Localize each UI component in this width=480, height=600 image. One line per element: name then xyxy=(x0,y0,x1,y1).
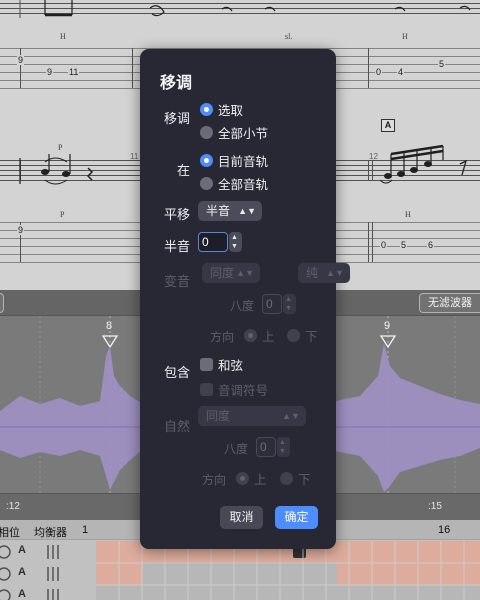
natural-down-label: 下 xyxy=(298,473,311,487)
modulation-label: 变音 xyxy=(164,274,191,289)
chevron-updown-icon: ▲▼ xyxy=(326,268,344,278)
arrow-down-icon[interactable]: ▼ xyxy=(285,305,292,313)
cancel-button[interactable]: 取消 xyxy=(220,506,263,529)
radio-selected-indicator xyxy=(200,103,213,116)
octave-arrows[interactable]: ▲ ▼ xyxy=(283,294,296,314)
natural-octave-label: 八度 xyxy=(224,442,249,456)
quality-value: 纯 xyxy=(306,266,319,280)
natural-octave-stepper[interactable]: 0 ▲ ▼ xyxy=(256,437,292,457)
radio-unselected-indicator xyxy=(200,177,213,190)
shift-label: 平移 xyxy=(164,207,191,222)
semitone-label: 半音 xyxy=(164,239,191,254)
radio-current-track[interactable]: 目前音轨 xyxy=(200,151,268,170)
natural-direction-label: 方向 xyxy=(202,473,227,487)
natural-interval-select[interactable]: 同度 ▲▼ xyxy=(198,406,306,426)
arrow-up-icon[interactable]: ▲ xyxy=(279,439,286,447)
radio-selected-indicator xyxy=(244,329,257,342)
radio-unselected-indicator xyxy=(287,329,300,342)
scope-in-label: 在 xyxy=(177,163,191,178)
chevron-updown-icon: ▲▼ xyxy=(238,206,256,216)
shift-mode-select[interactable]: 半音 ▲▼ xyxy=(198,201,262,221)
dialog-title: 移调 xyxy=(160,75,193,92)
arrow-down-icon[interactable]: ▼ xyxy=(279,448,286,456)
arrow-up-icon[interactable]: ▲ xyxy=(231,234,238,242)
quality-select[interactable]: 纯 ▲▼ xyxy=(298,263,350,283)
natural-octave-arrows[interactable]: ▲ ▼ xyxy=(277,437,290,457)
include-label: 包含 xyxy=(164,365,191,380)
radio-natural-up[interactable]: 上 xyxy=(236,469,267,488)
semitone-arrows[interactable]: ▲ ▼ xyxy=(229,232,242,252)
natural-label: 自然 xyxy=(164,419,191,434)
checkbox-box xyxy=(200,358,213,371)
interval-value: 同度 xyxy=(210,266,235,280)
radio-selection[interactable]: 选取 xyxy=(200,100,243,119)
semitone-stepper[interactable]: 0 ▲ ▼ xyxy=(198,232,244,252)
radio-unselected-indicator xyxy=(280,472,293,485)
checkbox-box xyxy=(200,383,213,396)
ok-button[interactable]: 确定 xyxy=(275,506,318,529)
octave-stepper[interactable]: 0 ▲ ▼ xyxy=(262,294,298,314)
arrow-down-icon[interactable]: ▼ xyxy=(231,243,238,251)
transpose-dialog: 移调 移调 选取 全部小节 在 目前音轨 全部音轨 平移 半音 ▲▼ 半音 0 … xyxy=(140,49,350,549)
checkbox-chord[interactable]: 和弦 xyxy=(200,355,243,374)
octave-label: 八度 xyxy=(230,299,255,313)
direction-down-label: 下 xyxy=(305,330,318,344)
radio-selected-indicator xyxy=(200,154,213,167)
radio-current-track-label: 目前音轨 xyxy=(218,155,269,169)
radio-all-tracks[interactable]: 全部音轨 xyxy=(200,174,268,193)
radio-selected-indicator xyxy=(236,472,249,485)
chevron-updown-icon: ▲▼ xyxy=(236,268,254,278)
radio-all-bars-label: 全部小节 xyxy=(218,127,269,141)
radio-natural-down[interactable]: 下 xyxy=(280,469,311,488)
radio-unselected-indicator xyxy=(200,126,213,139)
direction-up-label: 上 xyxy=(262,330,275,344)
octave-input[interactable]: 0 xyxy=(262,294,282,314)
radio-direction-up[interactable]: 上 xyxy=(244,326,275,345)
chevron-updown-icon: ▲▼ xyxy=(282,411,300,421)
interval-select[interactable]: 同度 ▲▼ xyxy=(202,263,260,283)
direction-label: 方向 xyxy=(210,330,235,344)
radio-direction-down[interactable]: 下 xyxy=(287,326,318,345)
radio-selection-label: 选取 xyxy=(218,104,244,118)
natural-interval-value: 同度 xyxy=(206,409,231,423)
transpose-scope-label: 移调 xyxy=(164,111,191,126)
key-signature-label: 音调符号 xyxy=(218,384,269,398)
shift-mode-value: 半音 xyxy=(206,204,231,218)
radio-all-bars[interactable]: 全部小节 xyxy=(200,123,268,142)
arrow-up-icon[interactable]: ▲ xyxy=(285,296,292,304)
natural-up-label: 上 xyxy=(254,473,267,487)
checkbox-key-signature[interactable]: 音调符号 xyxy=(200,380,268,399)
semitone-input[interactable]: 0 xyxy=(198,232,228,252)
radio-all-tracks-label: 全部音轨 xyxy=(218,178,269,192)
natural-octave-input[interactable]: 0 xyxy=(256,437,276,457)
chord-label: 和弦 xyxy=(218,359,244,373)
